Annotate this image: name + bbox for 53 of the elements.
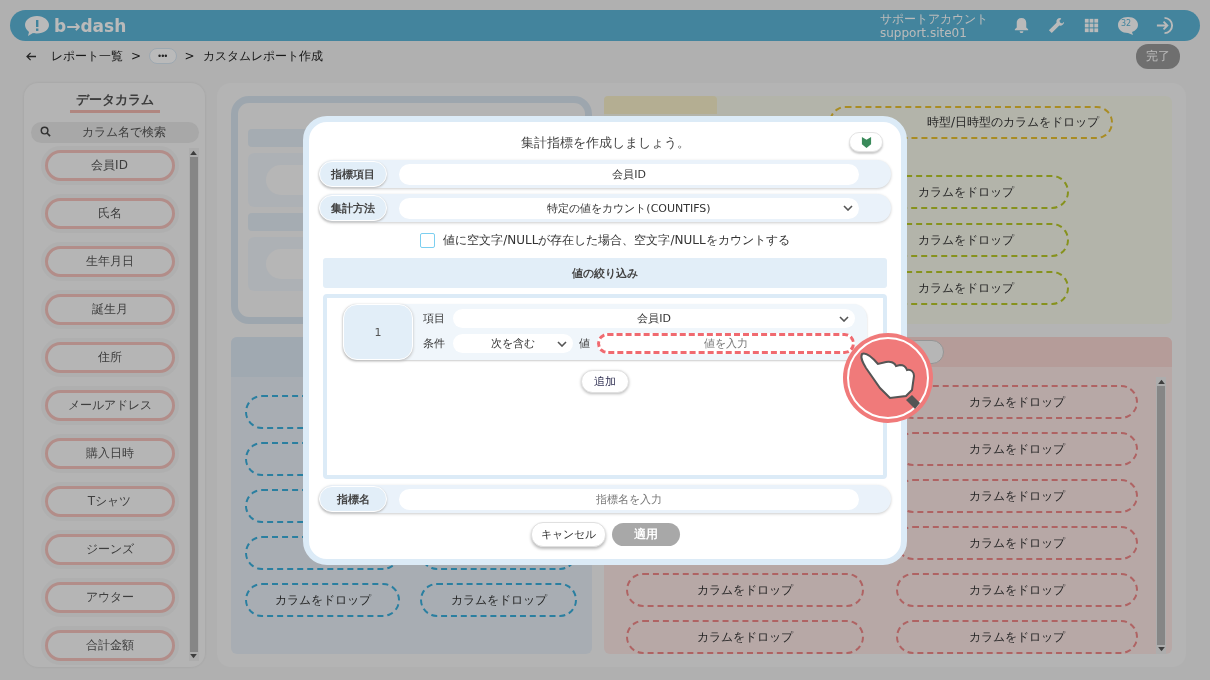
scrollbar[interactable] [1156, 377, 1166, 654]
sidebar-title: データカラム [69, 91, 160, 113]
search-field[interactable]: カラム名で検索 [30, 121, 199, 143]
scroll-up-icon[interactable] [1157, 379, 1165, 384]
field-label: 指標名 [319, 486, 387, 512]
drop-zone[interactable]: カラムをドロップ [626, 620, 864, 654]
item-select[interactable]: 会員ID [453, 309, 855, 328]
grid-icon[interactable] [1082, 16, 1101, 35]
value-field[interactable]: 値を入力 [597, 333, 855, 354]
scroll-down-icon[interactable] [1157, 647, 1165, 652]
metric-name-field[interactable]: 指標名を入力 [399, 488, 859, 510]
drop-zone[interactable]: カラムをドロップ [896, 620, 1138, 654]
beginner-mark-button[interactable] [849, 132, 883, 152]
field-label: 指標項目 [319, 161, 387, 187]
cancel-button[interactable]: キャンセル [530, 521, 606, 547]
method-select[interactable]: 特定の値をカウント(COUNTIFS) [399, 197, 859, 219]
chat-count: 32 [1121, 18, 1132, 28]
search-icon [39, 126, 51, 137]
account-label: サポートアカウント [880, 11, 988, 26]
scroll-up-icon[interactable] [190, 150, 197, 155]
field-label: 集計方法 [319, 195, 387, 221]
metric-item-field[interactable]: 会員ID [399, 163, 859, 185]
breadcrumb-separator: > [131, 49, 142, 63]
checkbox-label: 値に空文字/NULLが存在した場合、空文字/NULLをカウントする [443, 231, 790, 249]
breadcrumb-link[interactable]: レポート一覧 [51, 47, 123, 65]
breadcrumb-current: カスタムレポート作成 [202, 47, 323, 65]
more-button[interactable]: ••• [149, 48, 177, 64]
filter-section-header: 値の絞り込み [323, 258, 887, 288]
leaf-icon [860, 135, 872, 149]
dialog-title: 集計指標を作成しましょう。 [520, 134, 690, 152]
wrench-icon[interactable] [1047, 16, 1066, 35]
field-label: 値 [579, 336, 591, 351]
drop-zone[interactable]: カラムをドロップ [245, 583, 400, 617]
chevron-down-icon [557, 341, 567, 347]
condition-select[interactable]: 次を含む [453, 334, 573, 353]
scrollbar[interactable] [188, 148, 199, 661]
drop-zone[interactable]: カラムをドロップ [626, 573, 864, 607]
checkbox[interactable] [420, 232, 436, 248]
field-label: 条件 [423, 336, 446, 351]
logout-icon[interactable] [1155, 16, 1174, 35]
field-label: 項目 [423, 311, 446, 326]
condition-number: 1 [343, 304, 413, 360]
bell-icon[interactable] [1012, 16, 1031, 35]
speech-bubble-icon [24, 14, 50, 37]
back-arrow-icon[interactable] [26, 51, 37, 61]
scroll-down-icon[interactable] [190, 654, 197, 659]
drop-zone[interactable]: カラムをドロップ [420, 583, 577, 617]
chevron-down-icon [843, 204, 853, 211]
account-id: support.site01 [880, 25, 968, 40]
drop-zone[interactable]: カラムをドロップ [896, 573, 1138, 607]
chevron-down-icon [839, 316, 849, 322]
add-button[interactable]: 追加 [581, 370, 629, 393]
breadcrumb-separator: > [184, 49, 195, 63]
